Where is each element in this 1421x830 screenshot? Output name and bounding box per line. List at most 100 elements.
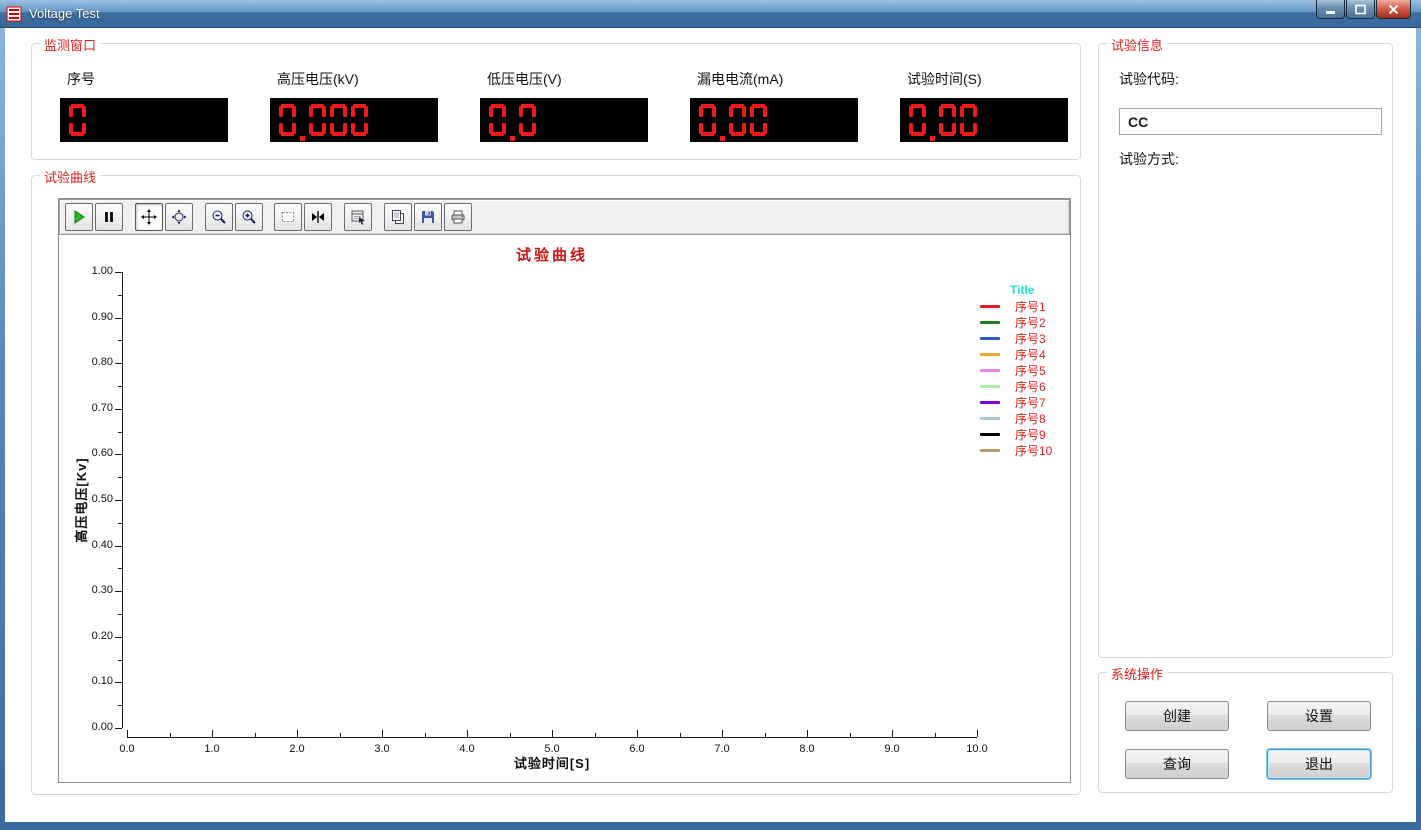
display-serial: 序号 (60, 69, 228, 142)
test-code-input[interactable] (1119, 108, 1382, 135)
tick (118, 477, 122, 478)
legend-entry: 序号3 (974, 330, 1074, 346)
tick-label: 10.0 (957, 743, 997, 755)
display-label: 试验时间(S) (907, 69, 1068, 85)
monitor-panel-title: 监测窗口 (40, 35, 100, 54)
tick (118, 523, 122, 524)
curve-panel-title: 试验曲线 (40, 167, 100, 186)
series-swatch-icon (980, 449, 1000, 452)
tick-label: 8.0 (787, 743, 827, 755)
close-button[interactable] (1376, 0, 1411, 19)
create-button[interactable]: 创建 (1125, 701, 1229, 731)
client-area: 监测窗口 序号 高压电压(kV) 低压电压(V) 漏电电流(mA) 试验时间(S… (5, 28, 1416, 822)
tick-label: 0.30 (73, 584, 113, 596)
tick (510, 733, 511, 737)
tick (935, 733, 936, 737)
tick (467, 730, 468, 737)
exit-button[interactable]: 退出 (1267, 749, 1371, 779)
tick (118, 614, 122, 615)
tick-label: 0.60 (73, 447, 113, 459)
tick (118, 295, 122, 296)
tick (118, 386, 122, 387)
tick-label: 0.00 (73, 721, 113, 733)
maximize-button[interactable] (1346, 0, 1375, 19)
tick-label: 1.0 (192, 743, 232, 755)
query-button[interactable]: 查询 (1125, 749, 1229, 779)
series-label: 序号9 (1015, 426, 1046, 443)
display-label: 漏电电流(mA) (697, 69, 858, 85)
tick (115, 637, 122, 638)
x-axis-title: 试验时间[S] (127, 753, 977, 772)
tick (637, 730, 638, 737)
series-label: 序号6 (1015, 378, 1046, 395)
tick (255, 733, 256, 737)
tick-label: 0.0 (107, 743, 147, 755)
series-label: 序号1 (1015, 298, 1046, 315)
test-code-label: 试验代码: (1119, 69, 1179, 89)
caption-buttons (1315, 0, 1411, 19)
tick (115, 682, 122, 683)
app-window: Voltage Test 监测窗口 序号 高压电压(kV) (0, 0, 1421, 830)
tick (765, 733, 766, 737)
tick-label: 0.70 (73, 402, 113, 414)
curve-panel: 试验曲线 (31, 175, 1081, 795)
display-high-voltage: 高压电压(kV) (270, 69, 438, 142)
tick-label: 2.0 (277, 743, 317, 755)
tick (115, 318, 122, 319)
series-swatch-icon (980, 321, 1000, 324)
actions-panel-title: 系统操作 (1107, 664, 1167, 683)
series-swatch-icon (980, 305, 1000, 308)
series-label: 序号3 (1015, 330, 1046, 347)
legend-entry: 序号2 (974, 314, 1074, 330)
led-display (60, 98, 228, 142)
series-swatch-icon (980, 433, 1000, 436)
tick (552, 730, 553, 737)
legend-entry: 序号5 (974, 362, 1074, 378)
title-bar: Voltage Test (0, 0, 1421, 28)
tick (115, 591, 122, 592)
tick (977, 730, 978, 737)
legend-entry: 序号1 (974, 298, 1074, 314)
axis-line (127, 737, 977, 738)
led-display (690, 98, 858, 142)
series-label: 序号2 (1015, 314, 1046, 331)
legend-items: 序号1序号2序号3序号4序号5序号6序号7序号8序号9序号10 (974, 298, 1074, 458)
tick-label: 5.0 (532, 743, 572, 755)
tick (127, 730, 128, 737)
tick-label: 4.0 (447, 743, 487, 755)
tick-label: 0.40 (73, 539, 113, 551)
series-label: 序号8 (1015, 410, 1046, 427)
tick (297, 730, 298, 737)
maximize-icon (1355, 4, 1366, 15)
tick (722, 730, 723, 737)
close-icon (1388, 4, 1399, 15)
tick (892, 730, 893, 737)
window-title: Voltage Test (29, 6, 100, 21)
info-panel: 试验信息 试验代码: 试验方式: (1098, 43, 1393, 658)
series-swatch-icon (980, 369, 1000, 372)
tick (118, 660, 122, 661)
display-test-time: 试验时间(S) (900, 69, 1068, 142)
legend-entry: 序号8 (974, 410, 1074, 426)
minimize-button[interactable] (1316, 0, 1345, 19)
display-low-voltage: 低压电压(V) (480, 69, 648, 142)
tick (115, 728, 122, 729)
tick (680, 733, 681, 737)
tick-label: 0.90 (73, 311, 113, 323)
tick-label: 0.80 (73, 356, 113, 368)
tick (115, 409, 122, 410)
tick-label: 3.0 (362, 743, 402, 755)
plot-area[interactable]: 试验曲线 高压电压[Kv] 试验时间[S] Title 序号1序号2序号3序号4… (59, 199, 1070, 782)
legend-entry: 序号6 (974, 378, 1074, 394)
display-label: 序号 (67, 69, 228, 85)
settings-button[interactable]: 设置 (1267, 701, 1371, 731)
legend-entry: 序号10 (974, 442, 1074, 458)
chart-title: 试验曲线 (127, 244, 977, 265)
tick-label: 0.50 (73, 493, 113, 505)
tick (115, 500, 122, 501)
legend-title: Title (1010, 283, 1074, 298)
series-label: 序号5 (1015, 362, 1046, 379)
chart-legend: Title 序号1序号2序号3序号4序号5序号6序号7序号8序号9序号10 (974, 283, 1074, 458)
monitor-panel: 监测窗口 序号 高压电压(kV) 低压电压(V) 漏电电流(mA) 试验时间(S… (31, 43, 1081, 160)
series-swatch-icon (980, 353, 1000, 356)
